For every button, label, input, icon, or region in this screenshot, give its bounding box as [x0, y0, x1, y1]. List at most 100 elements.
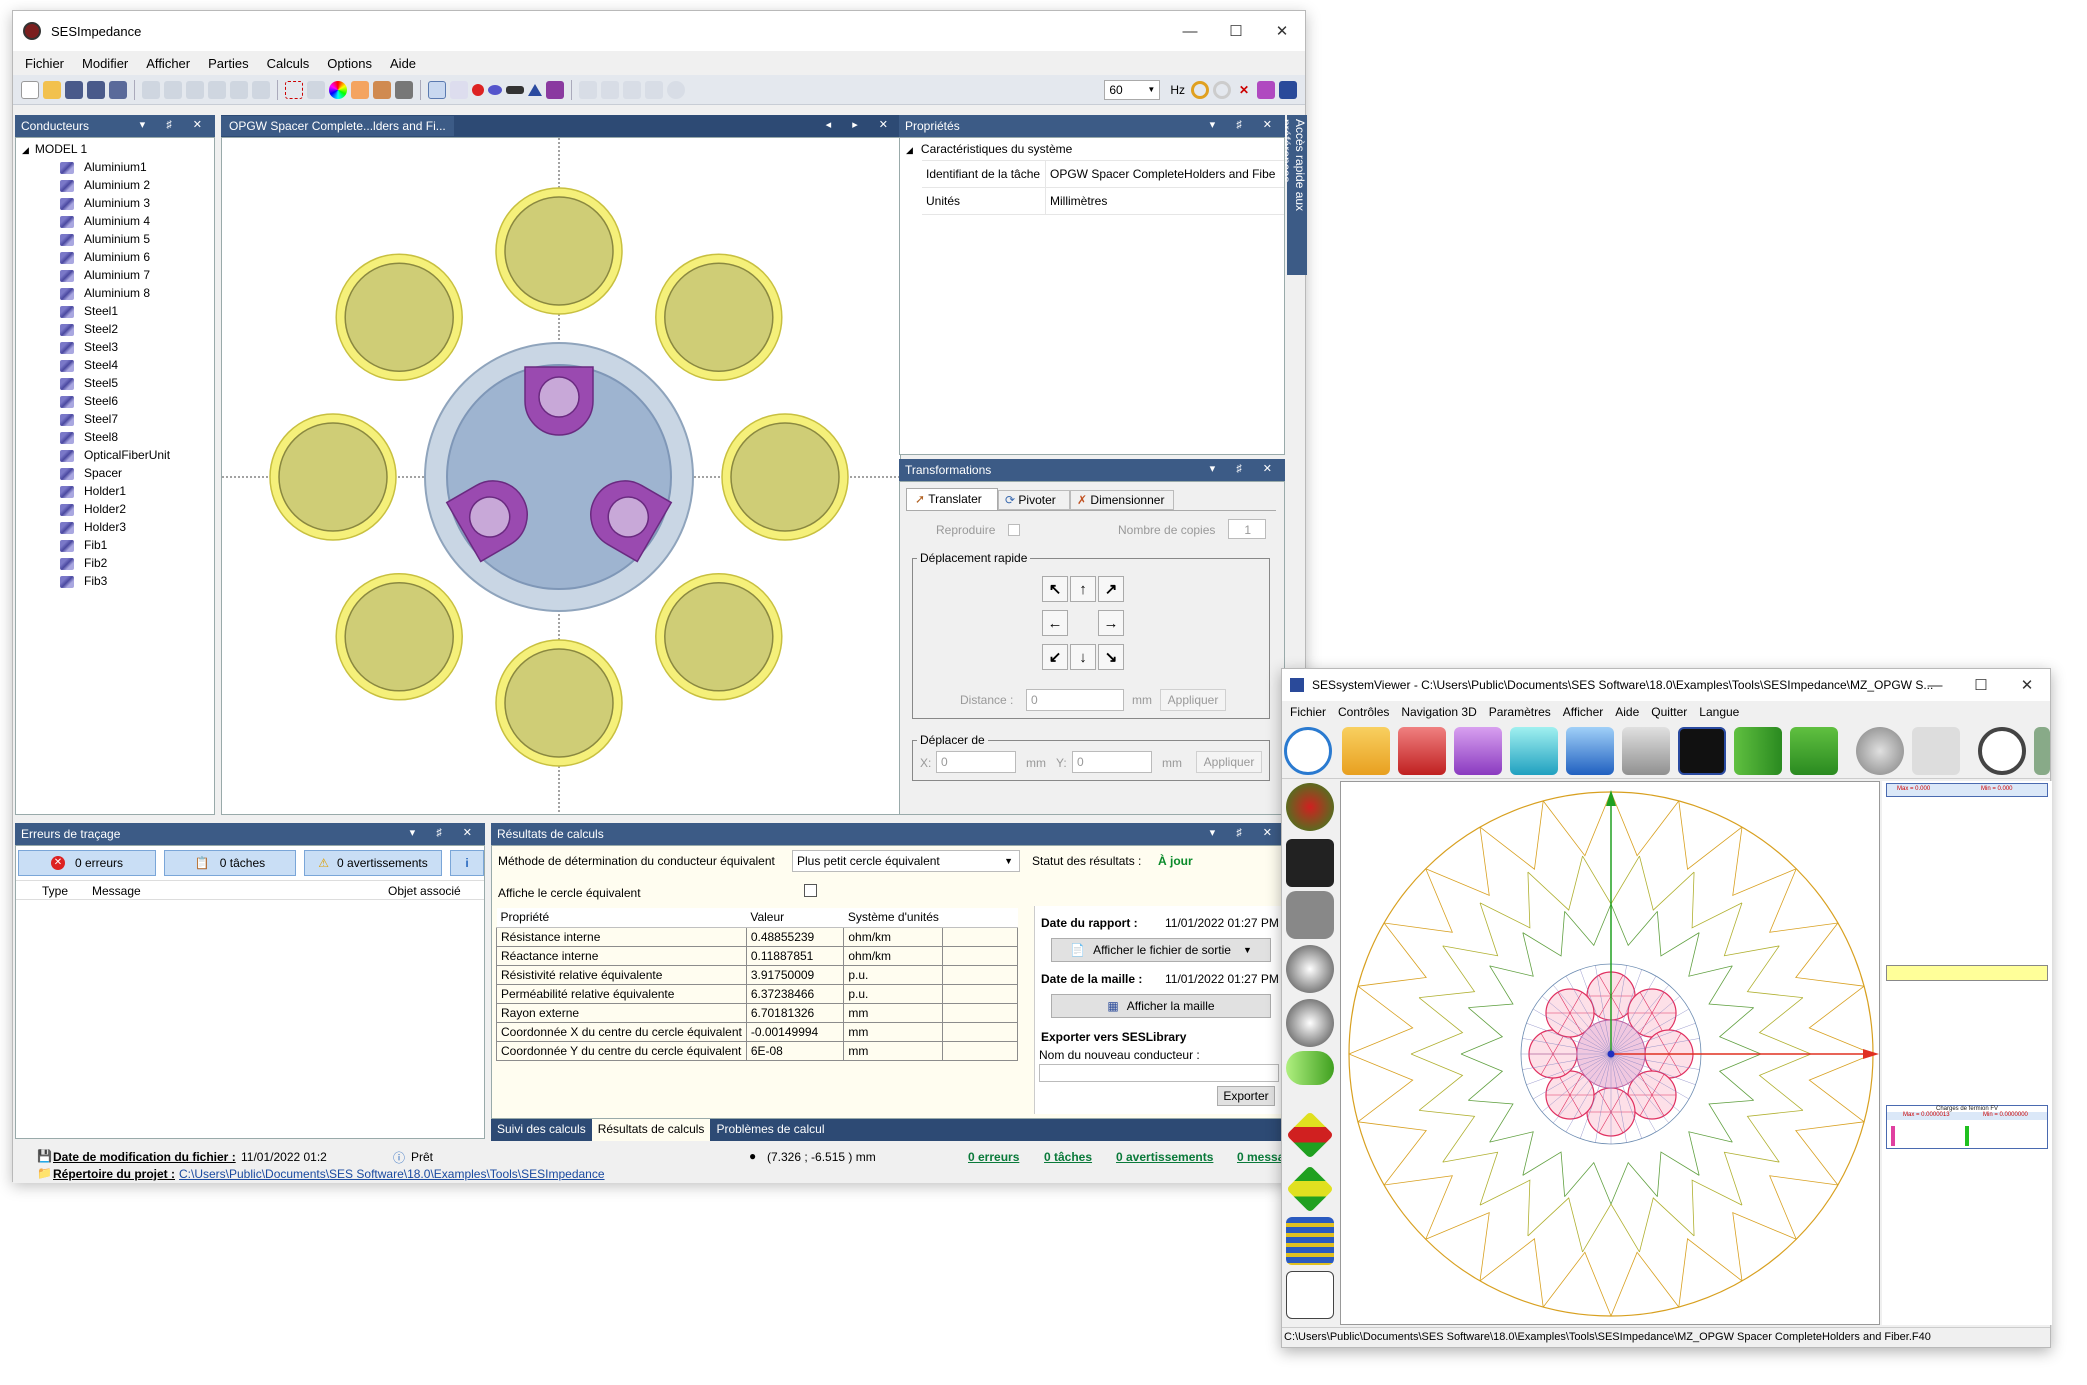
panel-controls[interactable]: ▾ ♯ ✕: [410, 826, 481, 839]
open-folder-icon[interactable]: [43, 80, 61, 99]
undo-icon[interactable]: [142, 80, 160, 99]
delete-tool-icon[interactable]: ✕: [1235, 81, 1253, 99]
tree-item[interactable]: Aluminium 5: [16, 230, 214, 248]
triangle-tool-icon[interactable]: [528, 83, 542, 96]
results-row[interactable]: Rayon externe 6.70181326 mm: [496, 1002, 1018, 1023]
col-value[interactable]: Valeur: [746, 908, 844, 928]
rectangle-tool-icon[interactable]: [506, 85, 524, 94]
gears-icon[interactable]: [1856, 727, 1904, 775]
properties-section[interactable]: ◢ Caractéristiques du système: [900, 138, 1284, 160]
move-up-left-button[interactable]: ↖: [1042, 576, 1068, 602]
new-conductor-input[interactable]: [1039, 1064, 1279, 1082]
save-icon[interactable]: [65, 80, 83, 99]
menu-options[interactable]: Options: [318, 56, 381, 71]
maximize-button[interactable]: ☐: [1213, 11, 1259, 51]
reproduce-checkbox[interactable]: [1008, 524, 1020, 536]
menu-modifier[interactable]: Modifier: [73, 56, 137, 71]
aluminium-strand[interactable]: [730, 422, 840, 532]
link-icon[interactable]: [395, 80, 413, 99]
menu-aide[interactable]: Aide: [381, 56, 425, 71]
group-icon[interactable]: [623, 80, 641, 99]
menu-calculs[interactable]: Calculs: [258, 56, 319, 71]
quick-access-tab[interactable]: Accès rapide aux préférences: [1279, 115, 1307, 275]
cube-yellow-icon[interactable]: [1286, 1165, 1334, 1213]
tree-item[interactable]: Aluminium1: [16, 158, 214, 176]
show-circle-checkbox[interactable]: [804, 884, 817, 897]
select-region-icon[interactable]: [285, 80, 303, 99]
open-f3d-icon[interactable]: [1342, 727, 1390, 775]
viewer-maximize-button[interactable]: ☐: [1958, 669, 2004, 701]
results-row[interactable]: Résistance interne 0.48855239 ohm/km: [496, 926, 1018, 947]
3d-view-icon[interactable]: [1678, 727, 1726, 775]
copies-spinner[interactable]: 1: [1228, 519, 1266, 539]
aluminium-strand[interactable]: [504, 196, 614, 306]
fiber-holder[interactable]: [524, 366, 594, 436]
open-grey-folder-icon[interactable]: [1622, 727, 1670, 775]
speaker-minus-icon[interactable]: [1286, 945, 1334, 993]
results-row[interactable]: Coordonnée Y du centre du cercle équival…: [496, 1040, 1018, 1061]
move-down-button[interactable]: ↓: [1070, 644, 1096, 670]
tree-item[interactable]: Aluminium 8: [16, 284, 214, 302]
flashlight-icon[interactable]: [1286, 1051, 1334, 1085]
save-all-icon[interactable]: [87, 80, 105, 99]
tab-calc-problems[interactable]: Problèmes de calcul: [710, 1119, 830, 1141]
tab-dimensionner[interactable]: ✗ Dimensionner: [1070, 490, 1174, 510]
show-mesh-button[interactable]: ▦ Afficher la maille: [1051, 994, 1271, 1018]
tab-calc-results[interactable]: Résultats de calculs: [591, 1119, 711, 1141]
color-ring-icon[interactable]: [1191, 80, 1209, 99]
viewer-menu-afficher[interactable]: Afficher: [1557, 705, 1609, 719]
paint-icon[interactable]: [373, 80, 391, 99]
viewer-close-button[interactable]: ✕: [2004, 669, 2050, 701]
tree-item[interactable]: Fib1: [16, 536, 214, 554]
cube-red-icon[interactable]: [1286, 1111, 1334, 1159]
tasks-filter-button[interactable]: 📋 0 tâches: [164, 850, 296, 876]
y-input[interactable]: 0: [1072, 751, 1152, 773]
wire-tool-icon[interactable]: [546, 80, 564, 99]
wireframe-box-icon[interactable]: [1286, 1271, 1334, 1319]
results-row[interactable]: Résistivité relative équivalente 3.917500…: [496, 964, 1018, 985]
tree-item[interactable]: Steel8: [16, 428, 214, 446]
tree-item[interactable]: Aluminium 3: [16, 194, 214, 212]
tab-translater[interactable]: ➚ Translater: [906, 488, 998, 510]
aluminium-strand[interactable]: [344, 582, 454, 692]
results-row[interactable]: Perméabilité relative équivalente 6.37238…: [496, 983, 1018, 1004]
viewer-minimize-button[interactable]: —: [1912, 669, 1958, 701]
aluminium-strand[interactable]: [278, 422, 388, 532]
results-row[interactable]: Coordonnée X du centre du cercle équival…: [496, 1021, 1018, 1042]
col-unit-system[interactable]: Système d'unités: [843, 908, 943, 928]
tree-item[interactable]: Aluminium 7: [16, 266, 214, 284]
canvas-tab-label[interactable]: OPGW Spacer Complete...lders and Fi...: [221, 116, 454, 136]
tree-item[interactable]: Steel7: [16, 410, 214, 428]
mesh-canvas[interactable]: [1340, 781, 1880, 1325]
menu-fichier[interactable]: Fichier: [16, 56, 73, 71]
settings-gear-icon[interactable]: [667, 80, 685, 99]
zoom-icon[interactable]: [307, 80, 325, 99]
method-select[interactable]: Plus petit cercle équivalent ▼: [792, 850, 1020, 872]
save-as-icon[interactable]: [109, 80, 127, 99]
errors-filter-button[interactable]: ✕ 0 erreurs: [18, 850, 156, 876]
new-file-icon[interactable]: [21, 80, 39, 99]
aluminium-strand[interactable]: [344, 262, 454, 372]
move-up-right-button[interactable]: ↗: [1098, 576, 1124, 602]
tab-calc-tracking[interactable]: Suivi des calculs: [491, 1119, 592, 1141]
viewer-menu-navigation3d[interactable]: Navigation 3D: [1395, 705, 1482, 719]
pointer-icon[interactable]: [428, 80, 446, 99]
refresh-icon[interactable]: [186, 80, 204, 99]
open-cyan-folder-icon[interactable]: [1510, 727, 1558, 775]
layers-icon[interactable]: [1286, 1217, 1334, 1265]
optical-fiber[interactable]: [538, 376, 580, 418]
ses-logo-icon[interactable]: [1279, 80, 1297, 99]
tree-item[interactable]: Steel1: [16, 302, 214, 320]
cut-icon[interactable]: [252, 80, 270, 99]
panel-controls[interactable]: ▾ ♯ ✕: [1210, 462, 1281, 475]
panel-controls[interactable]: ▾ ♯ ✕: [1210, 118, 1281, 131]
aluminium-strand[interactable]: [664, 262, 774, 372]
binoculars-icon[interactable]: [1286, 839, 1334, 887]
viewer-menu-aide[interactable]: Aide: [1609, 705, 1645, 719]
color-wheel-icon[interactable]: [329, 80, 347, 99]
status-errors-link[interactable]: 0 erreurs: [968, 1150, 1019, 1164]
open-blue-folder-icon[interactable]: [1566, 727, 1614, 775]
tree-item[interactable]: Steel3: [16, 338, 214, 356]
info-filter-button[interactable]: i: [450, 850, 484, 876]
apply-distance-button[interactable]: Appliquer: [1160, 689, 1226, 711]
